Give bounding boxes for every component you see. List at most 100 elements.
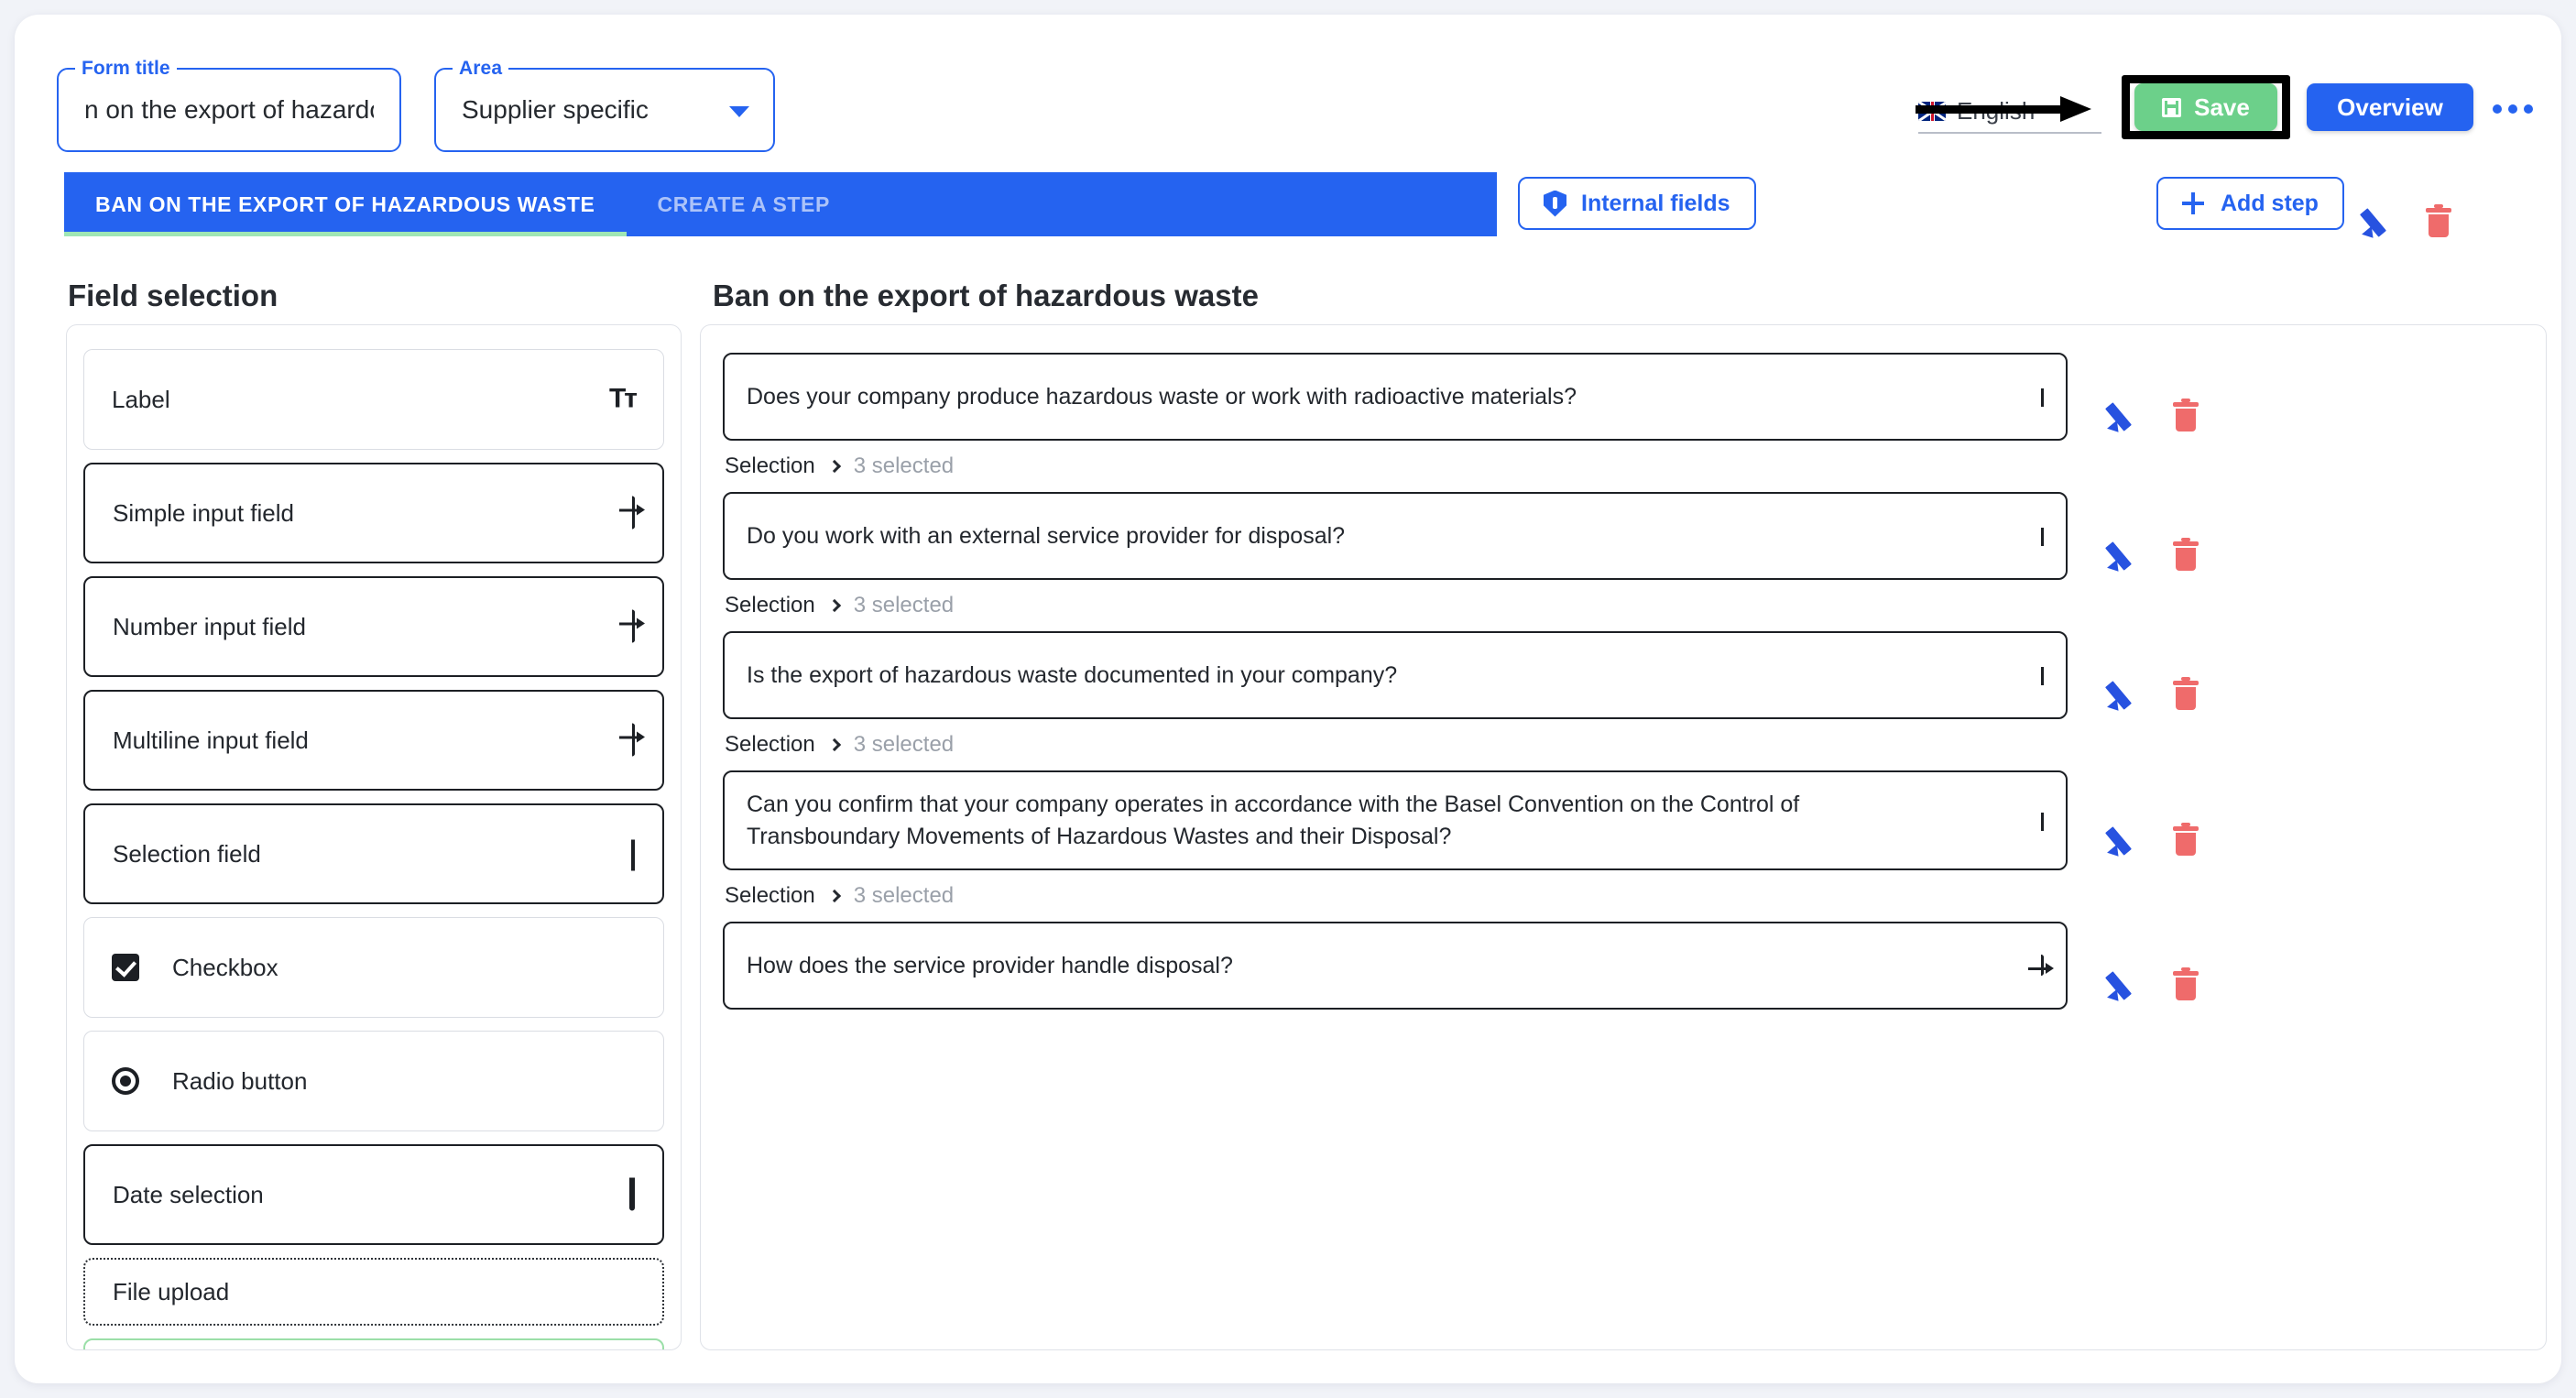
delete-step-button[interactable]	[2401, 182, 2451, 237]
add-step-label: Add step	[2221, 190, 2319, 216]
field-item-icon	[632, 723, 635, 757]
question-meta[interactable]: Selection 3 selected	[725, 453, 2546, 479]
chevron-down-icon	[2041, 812, 2044, 831]
question-meta-label: Selection	[725, 883, 815, 908]
field-item-icon	[632, 609, 635, 643]
field-item-icon	[629, 1177, 635, 1211]
save-button-label: Save	[2194, 93, 2250, 121]
tab-create-a-step[interactable]: CREATE A STEP	[627, 172, 861, 236]
input-icon	[632, 496, 635, 530]
field-item-radio-button[interactable]: Radio button	[83, 1031, 664, 1131]
question-type-icon	[2041, 528, 2044, 546]
edit-question-button[interactable]	[2088, 377, 2132, 437]
field-item-lead-icon	[112, 1067, 172, 1095]
field-item-checkbox[interactable]: Checkbox	[83, 917, 664, 1018]
language-label: English	[1957, 96, 2036, 125]
delete-question-button[interactable]	[2148, 945, 2199, 1000]
field-selection-panel: Label Tᴛ Simple input field Number input fi…	[66, 324, 682, 1350]
question-card[interactable]: Do you work with an external service pro…	[723, 492, 2068, 580]
question-type-icon	[2041, 812, 2044, 831]
field-selection-title: Field selection	[68, 279, 278, 312]
field-item-label: Checkbox	[172, 953, 278, 981]
question-card[interactable]: Is the export of hazardous waste documen…	[723, 631, 2068, 719]
chevron-right-icon	[827, 889, 841, 903]
question-actions	[2088, 377, 2199, 437]
form-title-field[interactable]: Form title n on the export of hazardous …	[57, 58, 401, 152]
edit-question-button[interactable]	[2088, 516, 2132, 576]
language-selector[interactable]: English	[1918, 90, 2101, 134]
tab-bar: BAN ON THE EXPORT OF HAZARDOUS WASTE CRE…	[64, 172, 1497, 236]
question-actions	[2088, 945, 2199, 1006]
field-item-label: Number input field	[113, 612, 306, 640]
step-panel: Does your company produce hazardous wast…	[700, 324, 2547, 1350]
add-step-button[interactable]: Add step	[2156, 177, 2344, 230]
chevron-right-icon	[827, 459, 841, 474]
question-text: Is the export of hazardous waste documen…	[747, 661, 1398, 688]
plus-icon	[2182, 192, 2204, 214]
question-meta[interactable]: Selection 3 selected	[725, 883, 2546, 909]
dot-icon	[2508, 104, 2517, 114]
field-item-tax-number[interactable]: tax_number	[83, 1338, 664, 1349]
question-meta-label: Selection	[725, 593, 815, 617]
save-icon	[2162, 97, 2182, 117]
input-icon	[2041, 955, 2044, 976]
radio-icon	[112, 1067, 139, 1095]
question-text: How does the service provider handle dis…	[747, 952, 1233, 978]
field-item-multiline-input-field[interactable]: Multiline input field	[83, 690, 664, 791]
question-meta-value: 3 selected	[853, 883, 955, 908]
area-select[interactable]: Area Supplier specific	[434, 58, 775, 152]
delete-question-button[interactable]	[2148, 377, 2199, 431]
question-card[interactable]: How does the service provider handle dis…	[723, 922, 2068, 1010]
edit-question-button[interactable]	[2088, 801, 2132, 860]
app-window: Form title n on the export of hazardous …	[15, 15, 2561, 1383]
field-item-label: Label	[112, 385, 170, 413]
question-meta-value: 3 selected	[853, 453, 955, 478]
edit-step-button[interactable]	[2342, 182, 2386, 243]
field-item-file-upload[interactable]: File upload	[83, 1258, 664, 1326]
save-button[interactable]: Save	[2134, 83, 2277, 131]
question-row: Does your company produce hazardous wast…	[723, 353, 2546, 441]
question-row: Is the export of hazardous waste documen…	[723, 631, 2546, 719]
field-item-number-input-field[interactable]: Number input field	[83, 576, 664, 677]
field-item-label[interactable]: Label Tᴛ	[83, 349, 664, 450]
form-title-value: n on the export of hazardous waste	[84, 95, 374, 124]
question-text: Does your company produce hazardous wast…	[747, 383, 1577, 410]
tab-current-step[interactable]: BAN ON THE EXPORT OF HAZARDOUS WASTE	[64, 172, 627, 236]
question-row: Can you confirm that your company operat…	[723, 770, 2546, 870]
field-item-simple-input-field[interactable]: Simple input field	[83, 463, 664, 563]
question-card[interactable]: Does your company produce hazardous wast…	[723, 353, 2068, 441]
chevron-down-icon	[2041, 388, 2044, 407]
field-item-label: Selection field	[113, 839, 261, 868]
field-item-date-selection[interactable]: Date selection	[83, 1144, 664, 1245]
question-meta[interactable]: Selection 3 selected	[725, 732, 2546, 758]
delete-question-button[interactable]	[2148, 655, 2199, 710]
field-item-selection-field[interactable]: Selection field	[83, 803, 664, 904]
internal-fields-button[interactable]: Internal fields	[1518, 177, 1756, 230]
header: Form title n on the export of hazardous …	[15, 15, 2561, 161]
text-format-icon: Tᴛ	[608, 383, 638, 414]
shield-icon	[1544, 190, 1566, 217]
internal-fields-label: Internal fields	[1581, 190, 1730, 216]
area-label: Area	[453, 58, 509, 80]
field-list: Label Tᴛ Simple input field Number input fi…	[67, 325, 681, 1349]
question-meta[interactable]: Selection 3 selected	[725, 593, 2546, 618]
edit-question-button[interactable]	[2088, 655, 2132, 715]
overview-button-label: Overview	[2337, 93, 2443, 121]
question-card[interactable]: Can you confirm that your company operat…	[723, 770, 2068, 870]
field-item-lead-icon	[112, 954, 172, 981]
input-icon	[632, 723, 635, 757]
edit-question-button[interactable]	[2088, 945, 2132, 1006]
uk-flag-icon	[1918, 101, 1946, 121]
chevron-down-icon	[729, 106, 749, 117]
more-options-menu[interactable]	[2493, 99, 2537, 119]
question-actions	[2088, 655, 2199, 715]
page-title: Ban on the export of hazardous waste	[713, 279, 1259, 312]
overview-button[interactable]: Overview	[2307, 83, 2473, 131]
question-row: How does the service provider handle dis…	[723, 922, 2546, 1010]
input-icon	[632, 609, 635, 643]
delete-question-button[interactable]	[2148, 516, 2199, 571]
chevron-right-icon	[827, 598, 841, 613]
field-item-label: Date selection	[113, 1180, 264, 1208]
delete-question-button[interactable]	[2148, 801, 2199, 856]
question-meta-label: Selection	[725, 453, 815, 478]
